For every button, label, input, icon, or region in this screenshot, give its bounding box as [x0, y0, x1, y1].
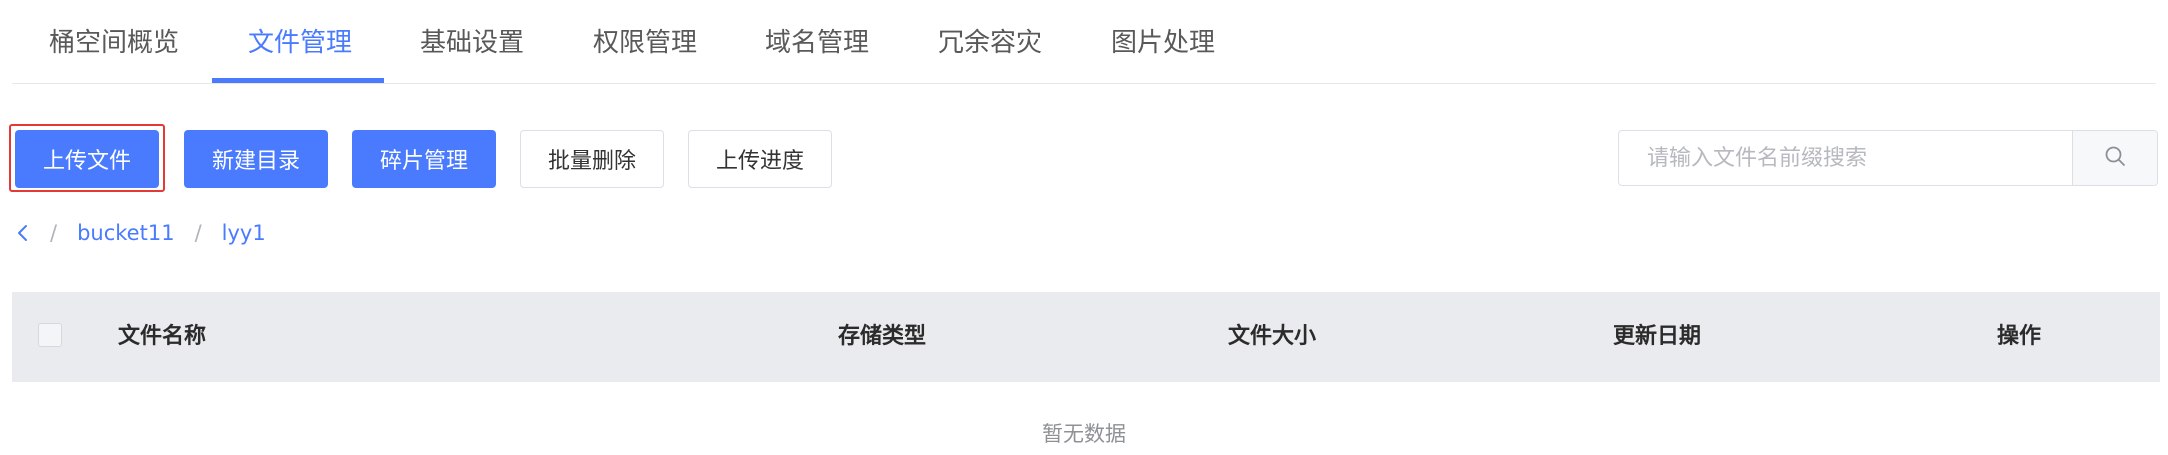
search-box	[1618, 130, 2158, 186]
tab-domain-management[interactable]: 域名管理	[765, 24, 869, 62]
empty-state-text: 暂无数据	[1042, 422, 1126, 446]
new-directory-button[interactable]: 新建目录	[184, 130, 328, 188]
select-all-checkbox[interactable]	[38, 323, 62, 347]
tab-bucket-overview[interactable]: 桶空间概览	[49, 24, 179, 62]
search-icon	[2104, 145, 2126, 171]
column-header-file-size[interactable]: 文件大小	[1228, 292, 1316, 382]
fragment-management-button[interactable]: 碎片管理	[352, 130, 496, 188]
tab-file-management[interactable]: 文件管理	[248, 24, 352, 62]
breadcrumb-item-folder[interactable]: lyy1	[222, 221, 266, 245]
breadcrumb: / bucket11 / lyy1	[16, 218, 266, 248]
tab-image-processing[interactable]: 图片处理	[1111, 24, 1215, 62]
table-header: 文件名称 存储类型 文件大小 更新日期 操作	[12, 292, 2160, 382]
upload-progress-button[interactable]: 上传进度	[688, 130, 832, 188]
column-header-update-date[interactable]: 更新日期	[1613, 292, 1701, 382]
tab-bar: 桶空间概览 文件管理 基础设置 权限管理 域名管理 冗余容灾 图片处理	[0, 0, 2168, 84]
back-chevron-icon[interactable]	[16, 223, 30, 243]
upload-file-button[interactable]: 上传文件	[15, 130, 159, 188]
batch-delete-button[interactable]: 批量删除	[520, 130, 664, 188]
column-header-storage-type[interactable]: 存储类型	[838, 292, 926, 382]
column-header-file-name[interactable]: 文件名称	[118, 292, 206, 382]
search-button[interactable]	[2072, 131, 2157, 185]
tab-permission-management[interactable]: 权限管理	[593, 24, 697, 62]
tab-divider	[12, 83, 2156, 84]
breadcrumb-separator: /	[194, 221, 202, 245]
search-input[interactable]	[1619, 131, 2072, 185]
tab-basic-settings[interactable]: 基础设置	[420, 24, 524, 62]
tab-redundancy-disaster-recovery[interactable]: 冗余容灾	[938, 24, 1042, 62]
breadcrumb-separator: /	[50, 221, 58, 245]
column-header-actions: 操作	[1997, 324, 2042, 349]
breadcrumb-item-bucket[interactable]: bucket11	[77, 221, 174, 245]
